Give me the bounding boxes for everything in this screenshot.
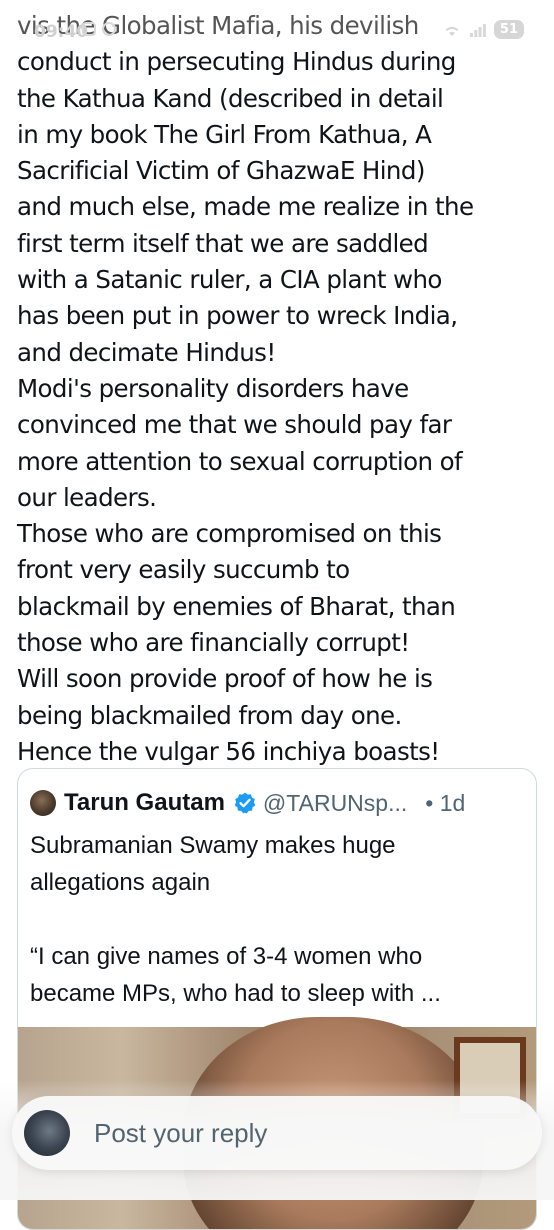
tweet-line: Will soon provide proof of how he is — [17, 664, 433, 694]
battery-badge: 51 — [493, 20, 524, 39]
tweet-line: those who are financially corrupt! — [17, 628, 410, 658]
tweet-line: first term itself that we are saddled — [17, 228, 429, 258]
tweet-line: Hence the vulgar 56 inchiya boasts! — [17, 736, 440, 766]
tweet-line: Those who are compromised on this — [17, 519, 442, 549]
tweet-line: the Kathua Kand (described in detail — [17, 83, 444, 113]
tweet-line: and decimate Hindus! — [17, 337, 276, 367]
tweet-line: with a Satanic ruler, a CIA plant who — [17, 265, 442, 295]
tweet-line: has been put in power to wreck India, — [17, 301, 458, 331]
verified-badge-icon — [234, 792, 256, 814]
tweet-line: Sacrificial Victim of GhazwaE Hind) — [17, 156, 425, 186]
reply-bar[interactable] — [12, 1096, 542, 1170]
quoted-text-line: became MPs, who had to sleep with ... — [30, 980, 441, 1007]
tweet-line: and much else, made me realize in the — [17, 192, 474, 222]
notification-icon — [82, 22, 96, 36]
reply-input[interactable] — [92, 1116, 496, 1150]
location-icon — [102, 22, 116, 36]
status-right-group: 51 — [442, 20, 524, 39]
tweet-line: in my book The Girl From Kathua, A — [17, 119, 432, 149]
wifi-icon — [445, 26, 459, 36]
tweet-line: Modi's personality disorders have — [17, 373, 409, 403]
tweet-line: convinced me that we should pay far — [17, 410, 452, 440]
tweet-body: vis the Globalist Mafia, his devilish co… — [17, 8, 542, 770]
tweet-line: being blackmailed from day one. — [17, 700, 402, 730]
tweet-line: front very easily succumb to — [17, 555, 350, 585]
status-bar: 09:40 51 — [0, 12, 554, 52]
tweet-line: blackmail by enemies of Bharat, than — [17, 591, 456, 621]
avatar[interactable] — [30, 790, 56, 816]
quoted-tweet-text: Subramanian Swamy makes huge allegations… — [30, 827, 530, 1012]
quoted-author-handle[interactable]: @TARUNsp... — [263, 790, 407, 817]
tweet-line: our leaders. — [17, 482, 157, 512]
quoted-text-line: “I can give names of 3-4 women who — [30, 943, 423, 970]
signal-icon — [469, 23, 486, 37]
quoted-tweet-header: Tarun Gautam @TARUNsp... • 1d — [30, 789, 465, 817]
status-notification-icons — [82, 22, 116, 36]
status-time: 09:40 — [34, 22, 89, 42]
tweet-line: more attention to sexual corruption of — [17, 446, 463, 476]
quoted-timestamp: • 1d — [425, 789, 466, 816]
quoted-text-line: Subramanian Swamy makes huge — [30, 832, 396, 859]
quoted-author-name[interactable]: Tarun Gautam — [64, 789, 225, 817]
quoted-text-line: allegations again — [30, 869, 211, 896]
avatar — [24, 1110, 70, 1156]
quoted-text-gap — [30, 901, 530, 938]
